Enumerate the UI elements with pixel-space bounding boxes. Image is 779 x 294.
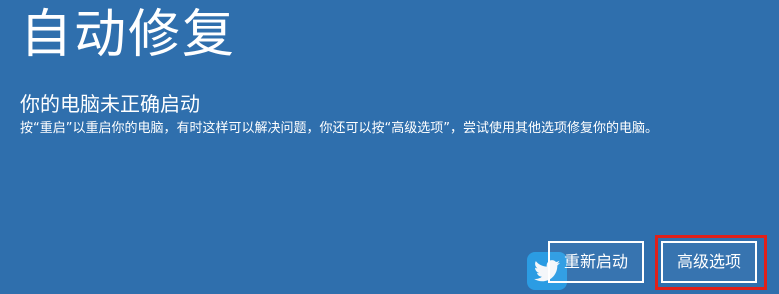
error-message: 按“重启”以重启你的电脑，有时这样可以解决问题，你还可以按“高级选项”，尝试使用… (20, 121, 658, 136)
page-title: 自动修复 (20, 5, 237, 65)
advanced-options-button[interactable]: 高级选项 (661, 241, 757, 283)
restart-button[interactable]: 重新启动 (548, 241, 644, 283)
error-subtitle: 你的电脑未正确启动 (20, 92, 200, 116)
